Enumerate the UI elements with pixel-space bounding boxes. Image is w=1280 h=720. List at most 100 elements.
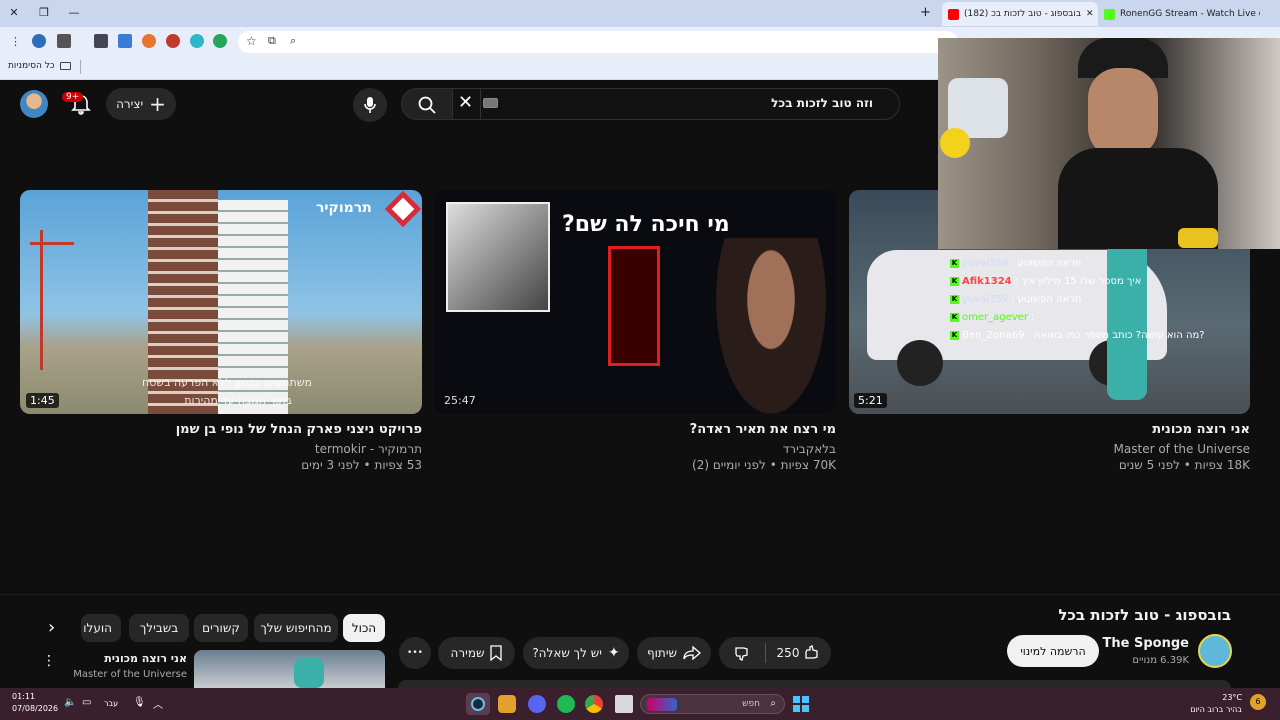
folder-icon [59,62,71,70]
save-button[interactable]: שמירה [438,637,515,669]
window-close-icon[interactable]: ✕ [4,4,24,22]
install-icon[interactable]: ⧉ [268,34,276,48]
window-minimize-icon[interactable]: — [64,4,84,22]
video-meta: 70K צפיות • לפני יומיים (2) [692,458,836,472]
address-bar[interactable] [238,31,958,53]
app-taskbar-icon[interactable] [498,695,516,713]
video-title[interactable]: מי רצח את תאיר ראדה? [690,422,836,437]
sidebar-video-menu-icon[interactable]: ⋮ [42,653,56,669]
ask-label: יש לך שאלה? [532,646,602,660]
chat-message: K yuval359 : תראה הפשוטע [950,294,1240,305]
subscribe-button[interactable]: הרשמה למינוי [1007,635,1099,667]
extension-icon[interactable] [213,34,227,48]
kick-badge-icon: K [950,277,959,286]
chip-uploads[interactable]: הועלו [81,614,121,642]
tray-overflow-icon[interactable]: ︿ [153,696,163,711]
chip-from-search[interactable]: מהחיפוש שלך [254,614,338,642]
search-button[interactable] [401,88,453,120]
person-face [716,238,826,414]
network-icon[interactable]: ▭ [82,697,91,708]
clock-time[interactable]: 01:11 [12,692,35,701]
video-channel[interactable]: Master of the Universe [1114,442,1250,456]
window-restore-icon[interactable]: ❐ [34,4,54,22]
yellow-object [1178,228,1218,248]
search-placeholder: חפש [742,699,760,709]
extension-icon[interactable] [166,34,180,48]
sidebar-video-thumbnail[interactable] [194,650,385,688]
tab-title: (182) בובספוג - טוב לזכות בכ [964,9,1082,19]
discord-icon[interactable] [528,695,546,713]
chip-next-icon[interactable]: › [48,617,55,638]
clock-date[interactable]: 07/08/2026 [12,704,58,713]
menu-kebab-icon[interactable]: ⋮ [10,35,21,48]
chrome-icon[interactable] [585,695,603,713]
avatar[interactable] [20,90,48,118]
spotify-icon[interactable] [557,695,575,713]
language-indicator[interactable]: עבר [104,699,118,708]
video-thumbnail[interactable]: תרמוקיר משתמשים בבטון ללא הפרעה בשטח בתו… [20,190,422,414]
description-box[interactable] [398,680,1231,688]
zoom-icon[interactable]: ⌕ [290,34,296,48]
video-thumbnail[interactable]: מי חיכה לה שם? 25:47 [434,190,836,414]
new-tab-button[interactable]: + [920,5,931,20]
bookmark-star-icon[interactable]: ☆ [246,34,257,48]
share-button[interactable]: שיתוף [637,637,711,669]
chip-all[interactable]: הכול [343,614,385,642]
channel-avatar[interactable] [1198,634,1232,668]
chat-text: תראה הפשוטע [1017,258,1082,269]
extension-icon[interactable] [190,34,204,48]
chat-text: תראה הפשוטע [1017,294,1082,305]
voice-search-button[interactable] [353,88,387,122]
video-channel[interactable]: בלאקבירד [783,442,836,456]
chip-for-you[interactable]: בשבילך [129,614,189,642]
extensions-icon[interactable] [94,34,108,48]
like-button[interactable]: 250 [766,645,831,661]
all-bookmarks[interactable]: כל הסימניות [8,61,71,71]
tab-youtube-sponge[interactable]: (182) בובספוג - טוב לזכות בכ ✕ [942,2,1098,26]
taskbar-search[interactable]: חפש ⌕ [640,694,785,714]
video-duration: 5:21 [854,393,887,408]
create-button[interactable]: יצירה + [106,88,176,120]
weather-badge[interactable]: 6 [1250,694,1266,710]
chat-username: omer_agever [962,312,1028,323]
weather-desc[interactable]: בהיר ברוב היום [1190,705,1242,714]
file-explorer-icon[interactable] [615,695,633,713]
profile-icon[interactable] [32,34,46,48]
video-meta: 18K צפיות • לפני 5 שנים [1118,458,1250,472]
search-input[interactable]: וזה טוב לזכות בכל [480,88,900,120]
clear-search-icon[interactable]: ✕ [458,92,473,113]
chat-separator: : [1011,294,1015,305]
chat-username: Ben_Zona69 [962,330,1025,341]
windows-start-button[interactable] [793,696,809,712]
more-actions-button[interactable]: ••• [399,637,431,669]
speaker-icon[interactable]: 🔈 [64,697,76,708]
kick-badge-icon: K [950,295,959,304]
keyboard-icon[interactable] [483,98,498,108]
weather-temp[interactable]: 23°C [1222,693,1242,702]
video-channel[interactable]: תרמוקיר - termokir [315,442,422,456]
chip-related[interactable]: קשורים [194,614,248,642]
extension-icon[interactable] [142,34,156,48]
steam-taskbar-icon[interactable] [466,693,490,715]
channel-name[interactable]: The Sponge [1103,636,1189,651]
ask-button[interactable]: יש לך שאלה? ✦ [523,637,629,669]
video-title[interactable]: פרויקט ניצני פארק הנחל של נופי בן שמן [176,422,422,437]
tab-close-icon[interactable]: ✕ [1086,9,1094,19]
video-title[interactable]: אני רוצה מכונית [1152,422,1250,437]
stream-chat: K yuval359 : תראה הפשוטע K Afik1324 : אי… [950,258,1240,341]
extension-icon[interactable] [118,34,132,48]
chat-username: Afik1324 [962,276,1012,287]
media-icon[interactable] [57,34,71,48]
tab-ronengg-stream[interactable]: RonenGG Stream - Watch Live o ✕ [1098,2,1260,26]
sidebar-video-channel[interactable]: Master of the Universe [73,669,187,680]
webcam-overlay [938,38,1280,249]
video-duration: 25:47 [444,394,476,407]
video-meta: 53 צפיות • לפני 3 ימים [301,458,422,472]
dislike-button[interactable] [719,645,765,661]
thumb-logo: תרמוקיר [316,200,372,216]
chat-text: מה הוא עושה? כותב מספר כמו בשואה? [1033,330,1205,341]
streamer-face [1088,68,1158,158]
sidebar-video-title[interactable]: אני רוצה מכונית [104,652,187,665]
like-count: 250 [776,646,800,660]
microphone-icon[interactable]: 🎙 [133,697,146,708]
